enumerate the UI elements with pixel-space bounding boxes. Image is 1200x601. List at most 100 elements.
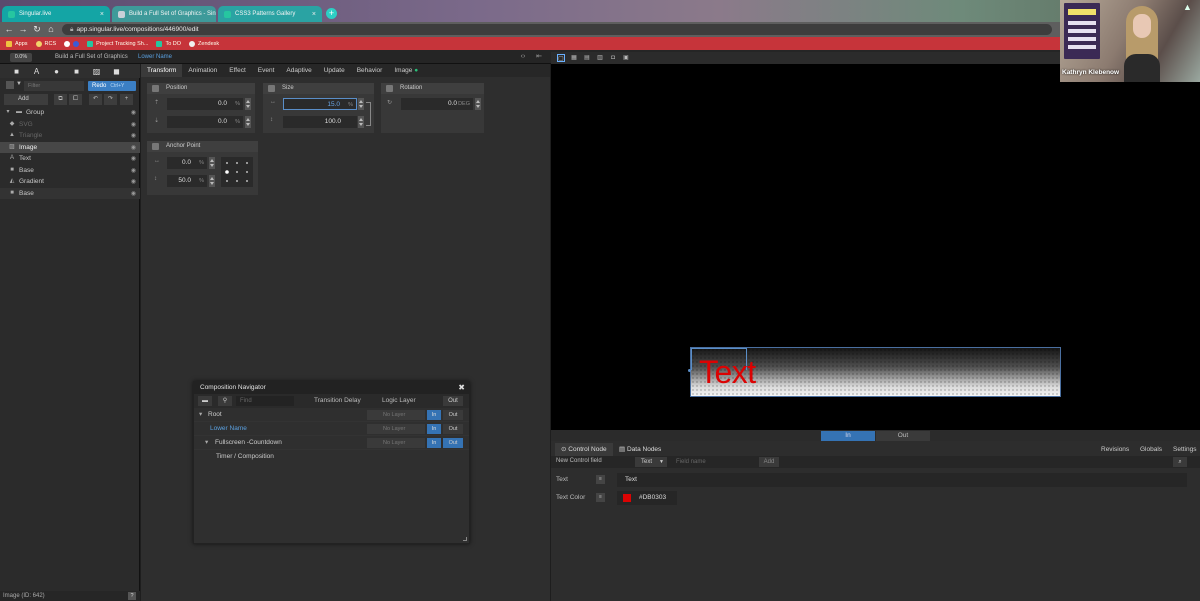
copy-icon[interactable]: ⧠ (69, 94, 82, 105)
out-all-button[interactable]: Out (443, 396, 463, 406)
layer-item-group[interactable]: ▾ ▬ Group ◉ (0, 107, 140, 119)
out-button[interactable]: Out (443, 424, 463, 434)
eye-icon[interactable]: ◉ (131, 144, 136, 151)
link-aspect-icon[interactable] (366, 102, 371, 126)
position-x-field[interactable]: 0.0% (167, 98, 243, 110)
breadcrumb-subcomposition[interactable]: Lower Name (138, 53, 172, 62)
duplicate-icon[interactable]: ⧉ (54, 94, 67, 105)
tab-behavior[interactable]: Behavior (351, 64, 389, 77)
nav-row-lower-name[interactable]: Lower Name No Layer In Out (194, 422, 469, 436)
tab-settings[interactable]: Settings (1173, 443, 1197, 456)
out-button[interactable]: Out (876, 431, 930, 441)
browser-tab-singular[interactable]: Singular.live × (2, 6, 110, 22)
link-icon[interactable]: ⚲ (218, 396, 232, 406)
expand-caret-icon[interactable]: ▾ (4, 109, 12, 116)
bookmark-apps[interactable]: Apps (6, 40, 28, 47)
record-icon[interactable]: ▣ (622, 54, 630, 62)
reload-icon[interactable]: ↻ (32, 24, 42, 35)
text-tool-icon[interactable]: ▥ (596, 54, 604, 62)
tab-revisions[interactable]: Revisions (1101, 443, 1129, 456)
add-icon[interactable]: + (120, 94, 133, 105)
lower-third-graphic[interactable]: Text (690, 347, 1061, 397)
rect-tool-icon[interactable]: ■ (72, 67, 81, 76)
redo-button[interactable]: Redo Ctrl+Y (88, 81, 136, 91)
new-tab-button[interactable]: + (326, 8, 337, 19)
image-tool-icon[interactable]: ▨ (92, 67, 101, 76)
bookmark-extra-icons[interactable] (64, 40, 80, 47)
search-icon[interactable]: ⌕ (1173, 457, 1187, 467)
anchor-x-stepper[interactable] (209, 157, 215, 169)
preview-text[interactable]: Text (699, 354, 756, 390)
field-type-select[interactable]: Text ▼ (635, 457, 667, 467)
anchor-y-stepper[interactable] (209, 175, 215, 187)
layer-item-svg[interactable]: ◆ SVG ◉ (0, 119, 140, 131)
undo-icon[interactable]: ↶ (89, 94, 102, 105)
anchor-grid-picker[interactable] (221, 157, 253, 187)
frame-icon[interactable]: ▢ (557, 54, 565, 62)
eye-icon[interactable]: ◉ (131, 132, 136, 139)
rotation-stepper[interactable] (475, 98, 481, 110)
bookmark-project-tracking[interactable]: Project Tracking Sh... (87, 40, 148, 47)
bookmark-rcs[interactable]: RCS (35, 40, 56, 47)
size-height-stepper[interactable] (358, 116, 364, 128)
help-icon[interactable]: ? (128, 592, 136, 600)
eye-icon[interactable]: ◉ (131, 121, 136, 128)
video-tool-icon[interactable]: ◼ (112, 67, 121, 76)
zoom-level[interactable]: 0.0% (10, 53, 32, 62)
size-width-field[interactable]: 15.0% (283, 98, 357, 110)
logic-layer-select[interactable]: No Layer (367, 438, 425, 448)
eye-icon[interactable]: ◉ (131, 109, 136, 116)
close-icon[interactable]: × (312, 11, 316, 18)
size-height-field[interactable]: 100.0 (283, 116, 357, 128)
tab-adaptive[interactable]: Adaptive (280, 64, 317, 77)
out-button[interactable]: Out (443, 410, 463, 420)
tab-update[interactable]: Update (318, 64, 351, 77)
position-y-stepper[interactable] (245, 116, 251, 128)
find-input[interactable]: Find (236, 396, 294, 406)
position-y-field[interactable]: 0.0% (167, 116, 243, 128)
layout-icon[interactable]: ▤ (583, 54, 591, 62)
camera-icon[interactable]: ◘ (609, 54, 617, 62)
filter-input[interactable]: Filter (24, 81, 84, 91)
add-field-button[interactable]: Add (759, 457, 779, 467)
layer-item-image[interactable]: ▨ Image ◉ (0, 141, 140, 153)
layer-item-text[interactable]: A Text ◉ (0, 153, 140, 165)
layer-item-base[interactable]: ■ Base ◉ (0, 187, 140, 199)
add-layer-button[interactable]: Add (4, 94, 48, 105)
field-name-input[interactable]: Field name (673, 457, 753, 467)
nav-row-root[interactable]: ▾ Root No Layer In Out (194, 408, 469, 422)
tab-data-nodes[interactable]: ▤ Data Nodes (613, 443, 667, 456)
field-menu-icon[interactable]: ≡ (596, 475, 605, 484)
tab-transform[interactable]: Transform (141, 64, 183, 77)
back-icon[interactable]: ← (4, 24, 14, 35)
resize-handle[interactable] (463, 537, 467, 541)
text-field-input[interactable]: Text (617, 473, 1187, 487)
tab-animation[interactable]: Animation (182, 64, 223, 77)
code-icon[interactable]: ‹› (518, 52, 528, 62)
bookmark-zendesk[interactable]: Zendesk (189, 40, 219, 47)
forward-icon[interactable]: → (18, 24, 28, 35)
position-x-stepper[interactable] (245, 98, 251, 110)
anchor-handle[interactable] (688, 369, 691, 372)
close-icon[interactable]: × (100, 11, 104, 18)
tab-globals[interactable]: Globals (1140, 443, 1162, 456)
layers-icon[interactable] (6, 81, 14, 89)
nav-row-fullscreen-countdown[interactable]: ▾ Fullscreen -Countdown No Layer In Out (194, 436, 469, 450)
eye-icon[interactable]: ◉ (131, 155, 136, 162)
logic-layer-select[interactable]: No Layer (367, 424, 425, 434)
list-view-icon[interactable]: ▬ (198, 396, 212, 406)
browser-tab-css3-patterns[interactable]: CSS3 Patterns Gallery × (218, 6, 322, 22)
text-color-picker[interactable]: #DB0303 (617, 491, 677, 505)
size-width-stepper[interactable] (358, 98, 364, 110)
anchor-x-field[interactable]: 0.0% (167, 157, 207, 169)
circle-tool-icon[interactable]: ● (52, 67, 61, 76)
tab-effect[interactable]: Effect (223, 64, 252, 77)
field-menu-icon[interactable]: ≡ (596, 493, 605, 502)
tab-image[interactable]: Image ● (388, 64, 424, 77)
folder-icon[interactable]: ■ (12, 67, 21, 76)
expand-caret-icon[interactable]: ▾ (205, 438, 208, 448)
in-button[interactable]: In (427, 438, 441, 448)
home-icon[interactable]: ⌂ (46, 24, 56, 35)
layer-item-base[interactable]: ■ Base ◉ (0, 165, 140, 177)
out-button[interactable]: Out (443, 438, 463, 448)
